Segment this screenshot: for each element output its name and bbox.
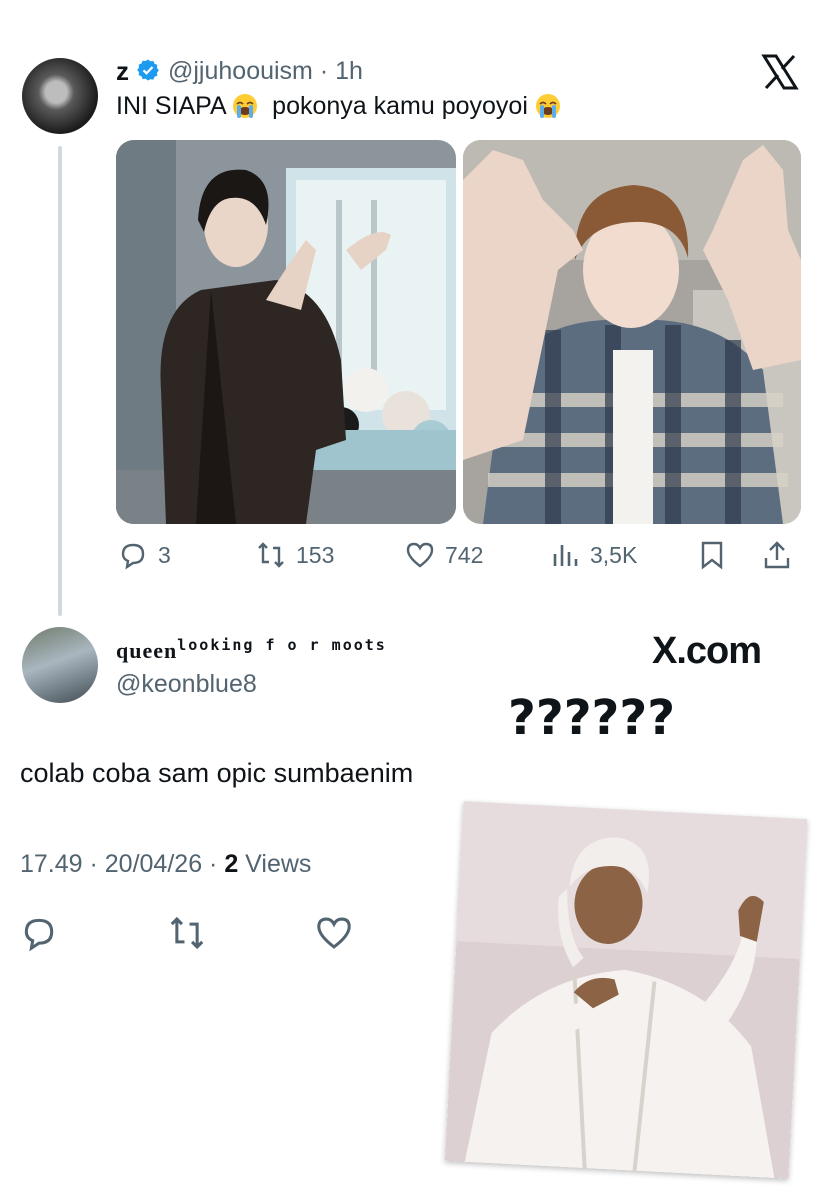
timestamp[interactable]: 17.49 · 20/04/26 · [20, 850, 224, 878]
avatar[interactable] [22, 627, 98, 703]
tweet-photo-2[interactable] [463, 140, 801, 524]
verified-badge-icon [137, 59, 159, 81]
reply-count: 3 [158, 541, 171, 568]
avatar[interactable] [22, 58, 98, 134]
views-button[interactable]: 3,5K [550, 540, 637, 570]
like-button[interactable] [315, 914, 353, 952]
like-icon [317, 917, 351, 949]
display-name-main: queen [116, 638, 178, 663]
bookmark-icon [701, 541, 723, 570]
bookmark-button[interactable] [697, 540, 727, 570]
like-count: 742 [445, 541, 484, 568]
display-name[interactable]: z [116, 56, 129, 87]
display-name[interactable]: queenlooking f o r moots [116, 636, 387, 664]
share-icon [764, 541, 790, 569]
x-logo-icon[interactable] [760, 52, 800, 92]
crying-face-icon [233, 94, 258, 118]
views-icon [553, 545, 578, 566]
question-marks-caption: ?????? [508, 690, 676, 746]
like-icon [406, 542, 434, 568]
retweet-button[interactable]: 153 [256, 540, 334, 570]
retweet-button[interactable] [168, 914, 206, 952]
views-label: Views [238, 850, 312, 878]
handle-and-time: @jjuhoouism · 1h [168, 57, 363, 86]
handle[interactable]: @keonblue8 [116, 670, 257, 699]
retweet-count: 153 [296, 541, 335, 568]
views-count: 2 [224, 850, 239, 878]
reply-text: colab coba sam opic sumbaenim [20, 758, 414, 788]
share-button[interactable] [762, 540, 792, 570]
tweet-text-part: INI SIAPA [116, 92, 226, 120]
views-count: 3,5K [590, 541, 638, 568]
timestamp[interactable]: 1h [335, 57, 363, 85]
reply-button[interactable]: 3 [118, 540, 171, 570]
timestamp-views: 17.49 · 20/04/26 · 2 Views [20, 850, 311, 879]
tweet-action-bar: 3 153 742 3,5K [0, 540, 820, 580]
separator: · [312, 57, 336, 85]
display-name-super: looking f o r moots [177, 636, 387, 654]
like-button[interactable]: 742 [405, 540, 483, 570]
tweet-text-part: pokonya kamu poyoyoi [272, 92, 528, 120]
handle[interactable]: @jjuhoouism [168, 57, 313, 85]
crying-face-icon [535, 94, 560, 118]
overlay-photo [444, 801, 808, 1179]
reply-icon [121, 543, 145, 570]
retweet-icon [170, 916, 204, 950]
tweet-text: INI SIAPA pokonya kamu poyoyoi [116, 92, 561, 121]
retweet-icon [258, 542, 284, 568]
tweet-photo-1[interactable] [116, 140, 456, 524]
watermark: X.com [652, 630, 762, 672]
reply-button[interactable] [20, 914, 58, 952]
reply-icon [24, 918, 54, 952]
